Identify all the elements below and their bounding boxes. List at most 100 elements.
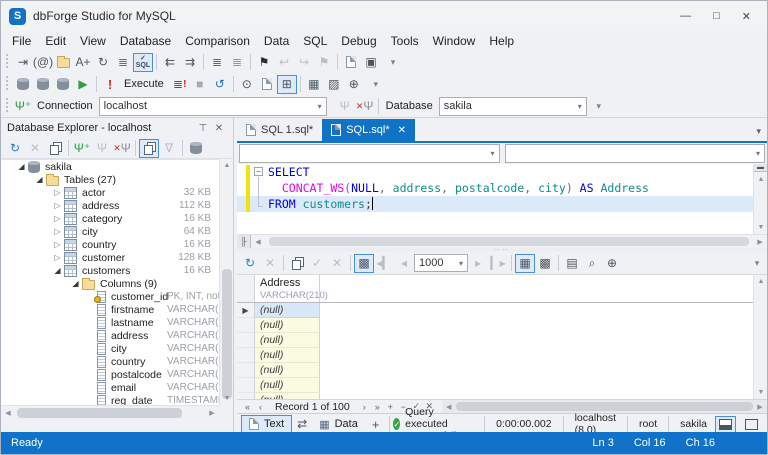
append-record-icon[interactable]: +: [384, 402, 397, 412]
toolbar-overflow-icon[interactable]: ▾: [366, 75, 386, 94]
tree-item-column[interactable]: firstname VARCHAR(30),: [1, 303, 219, 316]
refresh-tree-icon[interactable]: ↻: [5, 139, 25, 158]
toolbar-grip[interactable]: [5, 98, 10, 114]
delete-icon[interactable]: ✕: [25, 139, 45, 158]
card-view-icon[interactable]: ▩: [535, 254, 555, 273]
increase-indent-icon[interactable]: ⇉: [180, 53, 200, 72]
connection-select[interactable]: localhost ▾: [98, 96, 327, 116]
menu-edit[interactable]: Edit: [38, 32, 73, 50]
menu-sql[interactable]: SQL: [296, 32, 334, 50]
format-document-icon[interactable]: ≣: [113, 53, 133, 72]
editor-left-combobox[interactable]: ▾: [239, 144, 500, 163]
menu-data[interactable]: Data: [257, 32, 296, 50]
sql-formatter-icon[interactable]: ✓ SQL: [133, 52, 153, 72]
run-icon[interactable]: ▶: [73, 75, 93, 94]
add-view-button[interactable]: +: [365, 415, 387, 433]
grid-row[interactable]: (null): [237, 378, 753, 393]
minimize-icon[interactable]: —: [680, 10, 691, 23]
editor-vertical-scrollbar[interactable]: ▬ ▲ ▼: [753, 164, 767, 234]
tree-item-table[interactable]: ▷ category 16 KB: [1, 212, 219, 225]
close-icon[interactable]: ✕: [742, 10, 751, 23]
uncomment-icon[interactable]: ≣: [227, 53, 247, 72]
import-data-icon[interactable]: ⊞: [276, 74, 297, 94]
menu-file[interactable]: File: [5, 32, 38, 50]
window-list-icon[interactable]: ▣: [361, 53, 381, 72]
editor-hsplit-handle[interactable]: ╟: [237, 235, 251, 248]
menu-tools[interactable]: Tools: [384, 32, 426, 50]
no-split-layout-icon[interactable]: [742, 417, 761, 432]
tab-sql-active[interactable]: SQL.sql* ✕: [322, 119, 415, 141]
open-folder-icon[interactable]: [53, 53, 73, 72]
grid-row[interactable]: (null): [237, 348, 753, 363]
execute-icon[interactable]: !: [100, 75, 120, 94]
connect-icon[interactable]: Ψ: [335, 97, 355, 116]
last-record-icon[interactable]: »: [371, 402, 384, 412]
toolbar-overflow-icon[interactable]: ▾: [383, 53, 403, 72]
new-snippet-icon[interactable]: ⊕: [344, 75, 364, 94]
menu-view[interactable]: View: [73, 32, 113, 50]
disconnect-icon[interactable]: ✕ Ψ: [112, 139, 132, 158]
grid-row[interactable]: (null): [237, 333, 753, 348]
tree-item-table[interactable]: ▷ customer 128 KB: [1, 251, 219, 264]
toolbar-grip[interactable]: [5, 76, 10, 92]
tree-item-column[interactable]: country VARCHAR(30),: [1, 355, 219, 368]
tree-item-table[interactable]: ◢ customers 16 KB: [1, 264, 219, 277]
export-data-icon[interactable]: [257, 75, 277, 94]
toolbar-grip[interactable]: [5, 54, 10, 70]
menu-window[interactable]: Window: [426, 32, 483, 50]
previous-record-icon[interactable]: ‹: [254, 402, 267, 412]
tab-sql1[interactable]: SQL 1.sql*: [237, 119, 322, 141]
pagination-mode-icon[interactable]: ▩: [354, 253, 374, 273]
apply-changes-icon[interactable]: ✓: [307, 254, 327, 273]
editor-split-handle[interactable]: ▬: [754, 164, 767, 172]
tree-item-column[interactable]: lastname VARCHAR(30),: [1, 316, 219, 329]
connect-icon[interactable]: Ψ: [92, 139, 112, 158]
column-visibility-icon[interactable]: ▤: [562, 254, 582, 273]
menu-debug[interactable]: Debug: [334, 32, 383, 50]
new-connection-icon[interactable]: Ψ⁺: [72, 139, 92, 158]
tree-item-tables-folder[interactable]: ◢ Tables (27): [1, 173, 219, 186]
toolbar-overflow-icon[interactable]: ▾: [589, 97, 609, 116]
first-record-icon[interactable]: «: [241, 402, 254, 412]
decrease-indent-icon[interactable]: ⇇: [160, 53, 180, 72]
bookmark-icon[interactable]: ⚑: [254, 53, 274, 72]
tree-item-columns-folder[interactable]: ◢ Columns (9): [1, 277, 219, 290]
duplicate-object-icon[interactable]: [45, 139, 65, 158]
grid-row[interactable]: ▶ (null): [237, 303, 753, 318]
execute-script-icon[interactable]: ≣!: [170, 75, 190, 94]
menu-database[interactable]: Database: [113, 32, 178, 50]
commit-database-icon[interactable]: [53, 75, 73, 94]
tab-text-view[interactable]: Text: [241, 415, 293, 433]
editor-right-combobox[interactable]: ▾: [504, 144, 765, 163]
tree-item-database[interactable]: ◢ sakila: [1, 160, 219, 173]
tree-item-column[interactable]: customer_id PK, INT, not nu: [1, 290, 219, 303]
pin-icon[interactable]: ⊤: [195, 123, 211, 134]
tree-item-table[interactable]: ▷ actor 32 KB: [1, 186, 219, 199]
toolbar-overflow-icon[interactable]: ▾: [747, 254, 767, 273]
tree-item-table[interactable]: ▷ address 112 KB: [1, 199, 219, 212]
maximize-icon[interactable]: □: [713, 10, 720, 23]
refresh-objects-icon[interactable]: [139, 138, 159, 158]
stop-icon[interactable]: ■: [190, 75, 210, 94]
cancel-refresh-icon[interactable]: ✕: [260, 254, 280, 273]
tree-horizontal-scrollbar[interactable]: ◀ ▶: [1, 405, 219, 419]
refresh-results-icon[interactable]: ↻: [240, 254, 260, 273]
previous-bookmark-icon[interactable]: ↩: [274, 53, 294, 72]
execute-button[interactable]: Execute: [124, 78, 164, 90]
database-select[interactable]: sakila ▾: [438, 96, 587, 116]
at-variable-icon[interactable]: (@): [33, 53, 53, 72]
refresh-database-objects-icon[interactable]: [186, 139, 206, 158]
tree-vertical-scrollbar[interactable]: ▲ ▼: [219, 159, 233, 405]
grid-row[interactable]: (null): [237, 318, 753, 333]
filter-icon[interactable]: ∇: [159, 139, 179, 158]
query-profiler-icon[interactable]: ⊙: [237, 75, 257, 94]
tree-item-table[interactable]: ▷ country 16 KB: [1, 238, 219, 251]
tree-item-column[interactable]: city VARCHAR(30),: [1, 342, 219, 355]
new-connection-icon[interactable]: Ψ⁺: [13, 97, 33, 116]
tree-item-column[interactable]: postalcode VARCHAR(30),: [1, 368, 219, 381]
grid-row[interactable]: (null): [237, 363, 753, 378]
swap-views-icon[interactable]: ⇄: [292, 415, 312, 434]
horizontal-layout-icon[interactable]: [715, 415, 736, 433]
disconnect-icon[interactable]: ✕ Ψ: [355, 97, 375, 116]
close-tab-icon[interactable]: ✕: [398, 125, 406, 136]
